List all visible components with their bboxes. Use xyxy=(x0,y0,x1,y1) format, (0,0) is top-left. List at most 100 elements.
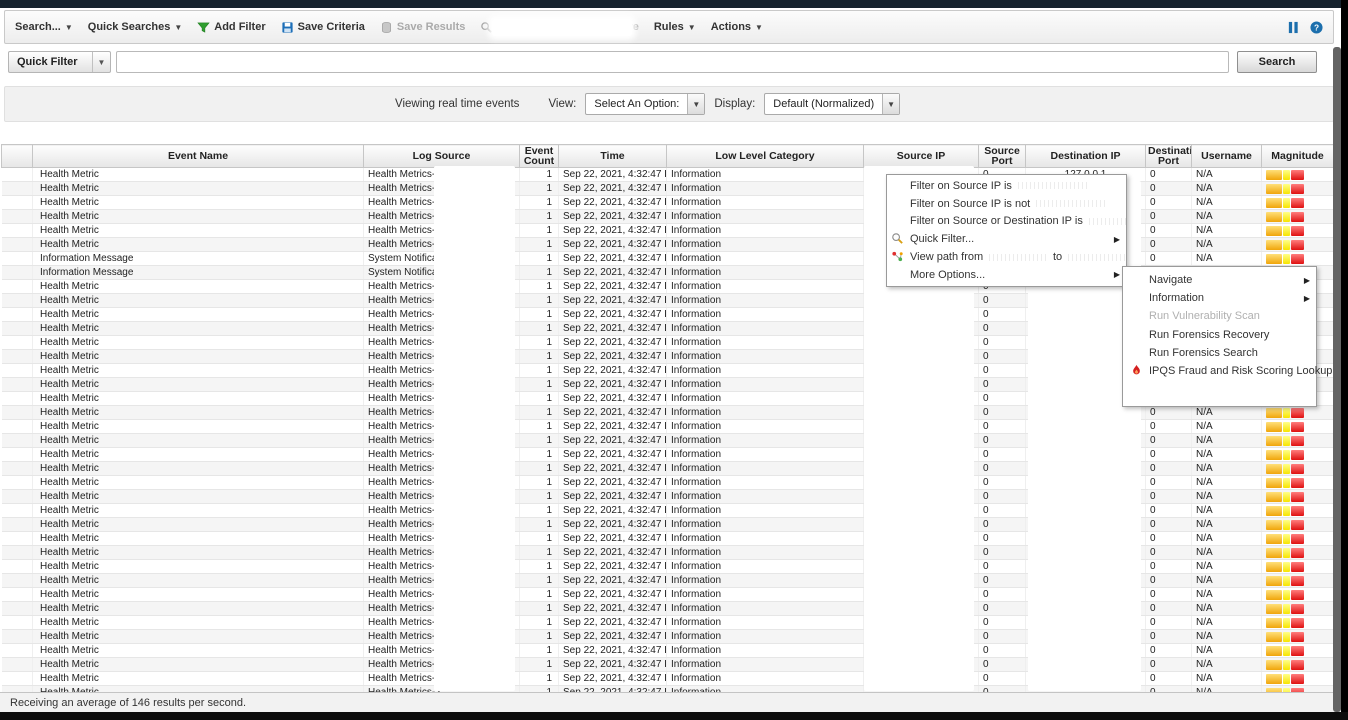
menu-item-run-forensics-search[interactable]: Run Forensics Search xyxy=(1123,344,1316,362)
submenu-arrow-icon: ▶ xyxy=(1304,294,1310,303)
menu-item-quick-filter[interactable]: Quick Filter... ▶ xyxy=(887,230,1126,248)
magnitude-bar xyxy=(1266,658,1329,671)
column-header-blank xyxy=(2,145,33,168)
menu-item-view-path[interactable]: View path from to xyxy=(887,248,1126,266)
quick-searches-button[interactable]: Quick Searches▼ xyxy=(88,21,182,33)
menu-item-more-options[interactable]: More Options...▶ xyxy=(887,266,1126,284)
actions-button[interactable]: Actions ▼ xyxy=(711,21,763,33)
quick-filter-bar: Quick Filter ▼ Search xyxy=(4,49,1334,79)
column-header-log-source[interactable]: Log Source xyxy=(364,145,520,168)
menu-item-run-forensics-recovery[interactable]: Run Forensics Recovery xyxy=(1123,326,1316,344)
submenu-arrow-icon: ▶ xyxy=(1114,235,1120,244)
magnitude-bar xyxy=(1266,602,1329,615)
search-button[interactable]: Search...▼ xyxy=(15,21,73,33)
magnitude-bar xyxy=(1266,406,1329,419)
magnitude-bar xyxy=(1266,462,1329,475)
menu-item-label: Quick Filter... xyxy=(910,233,974,245)
vertical-scrollbar[interactable] xyxy=(1333,47,1341,712)
submenu-arrow-icon: ▶ xyxy=(1304,276,1310,285)
help-button[interactable]: ? xyxy=(1310,21,1323,34)
redacted-value xyxy=(1018,182,1088,189)
pause-button[interactable] xyxy=(1287,21,1300,34)
magnitude-bar xyxy=(1266,238,1329,251)
rules-label: Rules xyxy=(654,21,684,33)
magnitude-bar xyxy=(1266,224,1329,237)
menu-item-filter-source-ip-is-not[interactable]: Filter on Source IP is not xyxy=(887,195,1126,213)
redacted-value xyxy=(1036,200,1106,207)
magnifier-icon xyxy=(891,232,905,246)
menu-item-label: Run Forensics Recovery xyxy=(1149,329,1269,341)
magnitude-bar xyxy=(1266,630,1329,643)
rules-button[interactable]: Rules▼ xyxy=(654,21,696,33)
view-select[interactable]: Select An Option: ▼ xyxy=(585,93,705,115)
column-header-source-ip[interactable]: Source IP xyxy=(864,145,979,168)
column-header-time[interactable]: Time xyxy=(559,145,667,168)
disk-icon xyxy=(380,21,393,34)
chevron-down-icon: ▼ xyxy=(882,94,899,114)
viewing-status-text: Viewing real time events xyxy=(395,98,519,110)
chevron-down-icon: ▼ xyxy=(687,94,704,114)
magnitude-bar xyxy=(1266,210,1329,223)
menu-item-ipqs-fraud-lookup[interactable]: IPQS Fraud and Risk Scoring Lookup xyxy=(1123,362,1316,380)
status-text: Receiving an average of 146 results per … xyxy=(0,697,246,709)
menu-item-filter-source-ip-is[interactable]: Filter on Source IP is xyxy=(887,177,1126,195)
menu-item-label: Filter on Source IP is not xyxy=(910,198,1030,210)
menu-item-label: View path from xyxy=(910,251,983,263)
magnitude-bar xyxy=(1266,644,1329,657)
options-band: Viewing real time events View: Select An… xyxy=(4,86,1334,122)
column-header-magnitude[interactable]: Magnitude xyxy=(1262,145,1334,168)
add-filter-label: Add Filter xyxy=(214,21,265,33)
magnitude-bar xyxy=(1266,168,1329,181)
magnitude-bar xyxy=(1266,434,1329,447)
quick-filter-input[interactable] xyxy=(116,51,1229,73)
quick-searches-label: Quick Searches xyxy=(88,21,171,33)
magnitude-bar xyxy=(1266,616,1329,629)
toolbar-redaction xyxy=(492,19,632,36)
magnitude-bar xyxy=(1266,588,1329,601)
menu-item-navigate[interactable]: Navigate ▶ xyxy=(1123,271,1316,289)
svg-text:?: ? xyxy=(1314,22,1319,32)
log-activity-page: Search...▼Quick Searches▼Add FilterSave … xyxy=(0,0,1348,720)
menu-item-label: to xyxy=(1053,251,1062,263)
menu-item-label: Filter on Source IP is xyxy=(910,180,1012,192)
actions-label: Actions xyxy=(711,21,751,33)
column-header-username[interactable]: Username xyxy=(1192,145,1262,168)
column-header-event-count[interactable]: Event Count xyxy=(520,145,559,168)
magnitude-bar xyxy=(1266,196,1329,209)
column-header-event-name[interactable]: Event Name xyxy=(33,145,364,168)
display-select[interactable]: Default (Normalized) ▼ xyxy=(764,93,900,115)
more-options-submenu: Navigate▶Information▶Run Vulnerability S… xyxy=(1122,266,1317,407)
magnitude-bar xyxy=(1266,490,1329,503)
submenu-arrow-icon: ▶ xyxy=(1114,270,1120,279)
column-header-source-port[interactable]: Source Port xyxy=(979,145,1026,168)
menu-item-filter-source-or-dest-ip[interactable]: Filter on Source or Destination IP is xyxy=(887,213,1126,231)
window-bottom-edge xyxy=(0,712,1348,720)
save-criteria-label: Save Criteria xyxy=(298,21,365,33)
column-header-low-level-category[interactable]: Low Level Category xyxy=(667,145,864,168)
view-select-value: Select An Option: xyxy=(586,94,687,114)
magnitude-bar xyxy=(1266,182,1329,195)
add-filter-button[interactable]: Add Filter xyxy=(197,21,265,34)
magnitude-bar xyxy=(1266,532,1329,545)
caret-down-icon: ▼ xyxy=(755,23,763,32)
save-icon xyxy=(281,21,294,34)
window-top-bar xyxy=(0,0,1341,8)
flame-icon xyxy=(1130,364,1144,378)
quick-filter-dropdown-label: Quick Filter xyxy=(9,56,92,68)
event-row[interactable]: Health MetricHealth Metrics-2 ::1Sep 22,… xyxy=(2,168,1334,182)
context-menu: Filter on Source IP is Filter on Source I… xyxy=(886,174,1127,287)
quick-filter-dropdown[interactable]: Quick Filter ▼ xyxy=(8,51,111,73)
search-button[interactable]: Search xyxy=(1237,51,1317,73)
save-criteria-button[interactable]: Save Criteria xyxy=(281,21,365,34)
column-header-destinati-port[interactable]: Destinati Port xyxy=(1146,145,1192,168)
magnitude-bar xyxy=(1266,574,1329,587)
menu-item-information[interactable]: Information▶ xyxy=(1123,289,1316,307)
caret-down-icon: ▼ xyxy=(174,23,182,32)
column-header-destination-ip[interactable]: Destination IP xyxy=(1026,145,1146,168)
menu-item-label: Navigate xyxy=(1149,274,1192,286)
save-results-button: Save Results xyxy=(380,21,465,34)
chevron-down-icon: ▼ xyxy=(92,52,110,72)
display-label: Display: xyxy=(714,98,755,110)
magnitude-bar xyxy=(1266,504,1329,517)
search-label: Search... xyxy=(15,21,61,33)
